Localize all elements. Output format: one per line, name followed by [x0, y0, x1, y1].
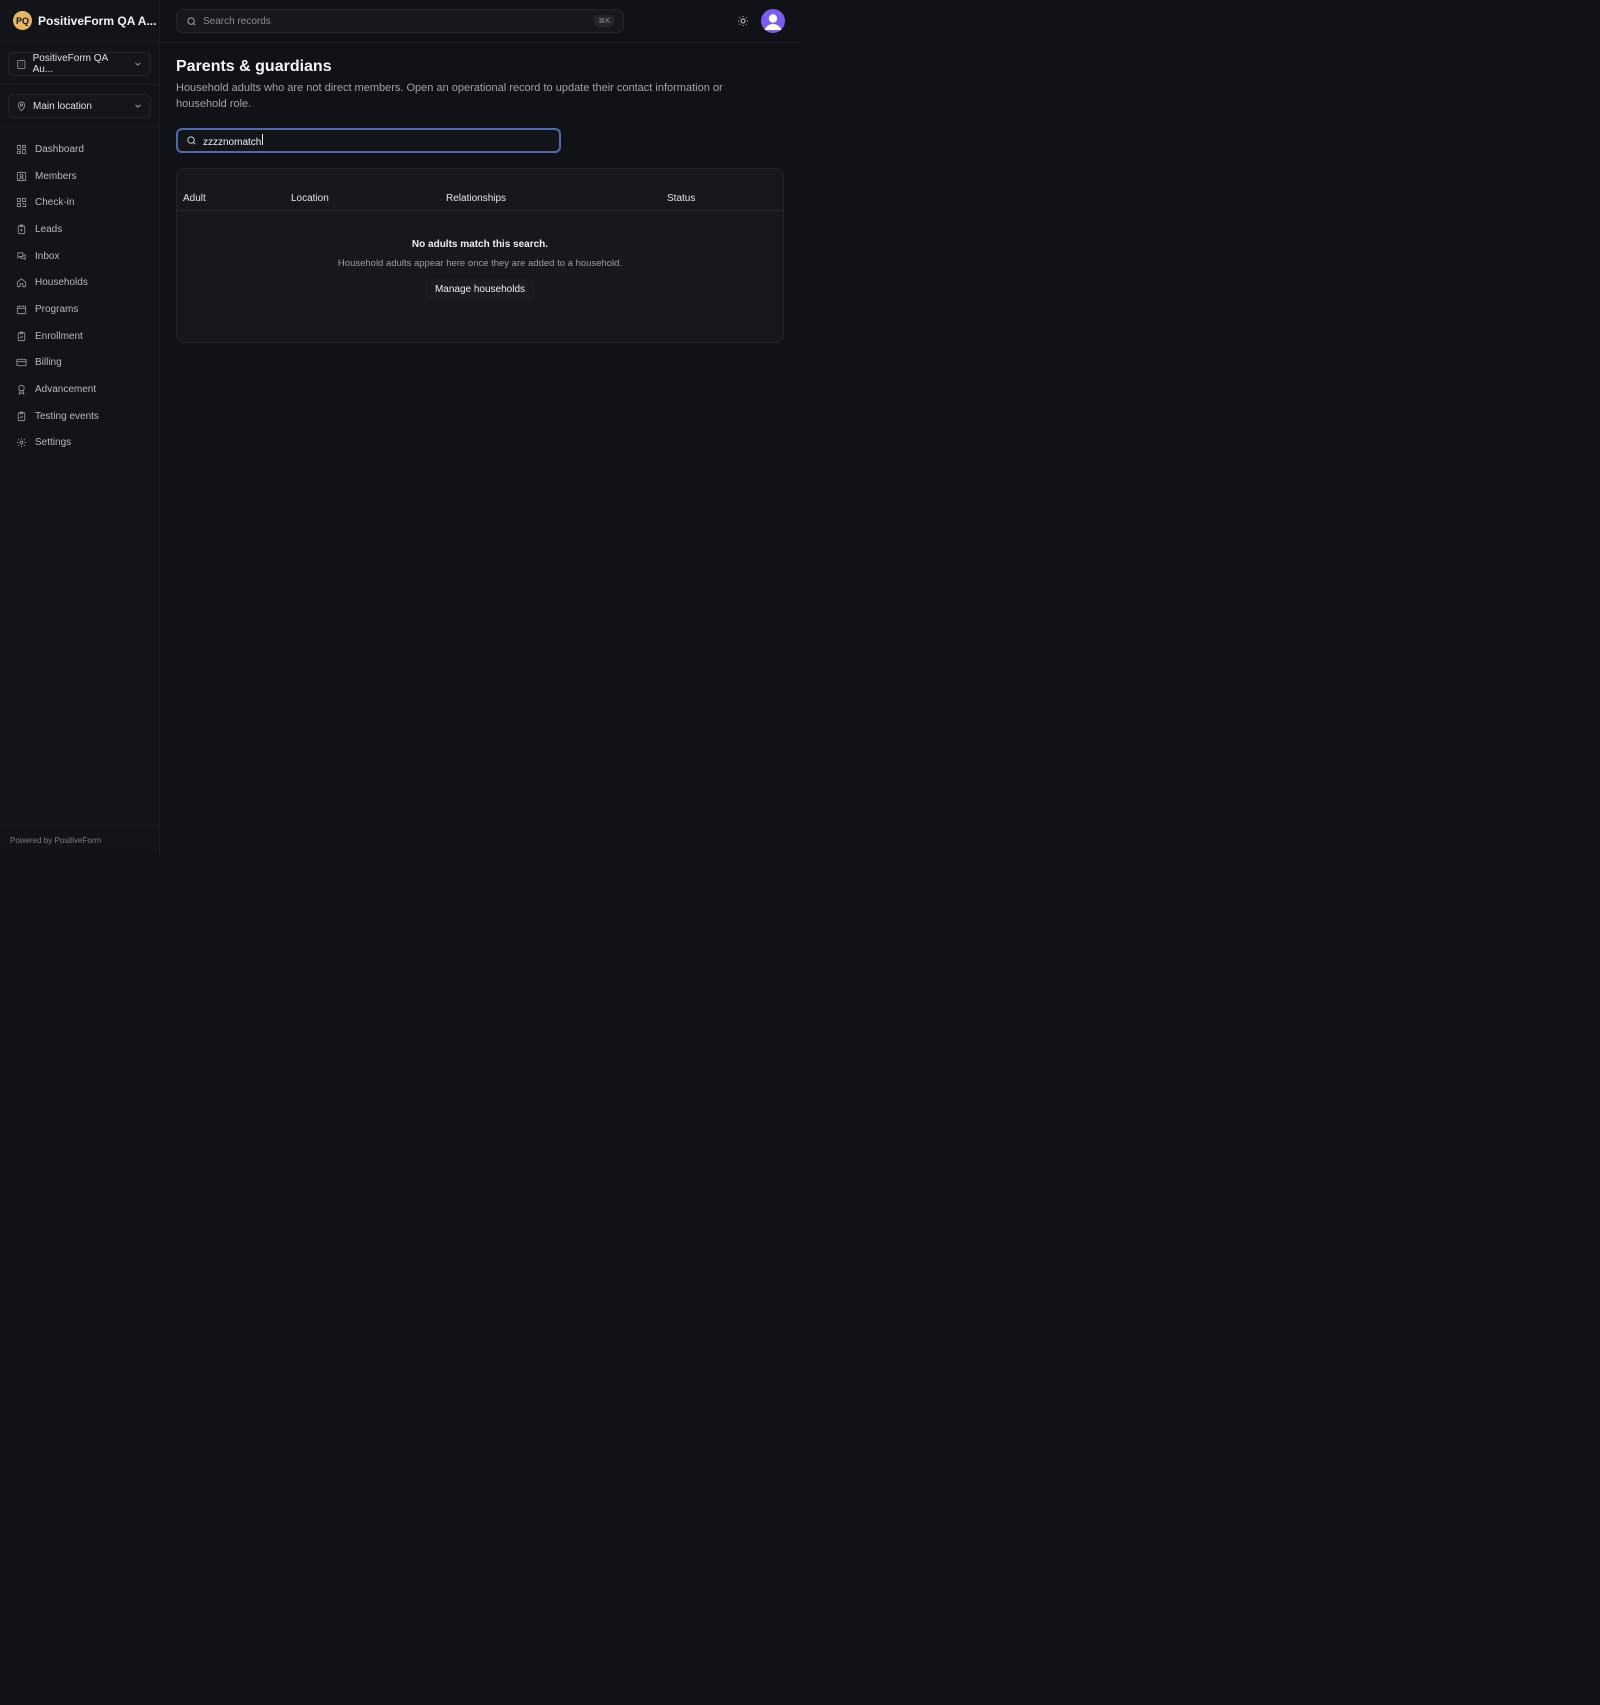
empty-state-subtitle: Household adults appear here once they a… — [337, 258, 623, 269]
organization-switcher[interactable]: PositiveForm QA Au... — [8, 52, 151, 76]
brand[interactable]: PQ PositiveForm QA A... — [0, 0, 159, 42]
topbar: Search records ⌘K — [160, 0, 801, 43]
award-icon — [18, 384, 25, 396]
sidebar-item-label: Enrollment — [35, 330, 83, 342]
sidebar-item-label: Members — [35, 170, 77, 182]
sidebar-item-label: Settings — [35, 437, 72, 449]
chevron-down-icon — [135, 104, 141, 108]
text-caret — [262, 133, 264, 145]
adults-table: Adult Location Relationships Status No a… — [176, 168, 784, 343]
sidebar-item-testing-events[interactable]: Testing events — [8, 403, 151, 430]
clipboard-check-icon — [17, 331, 26, 341]
sidebar-item-enrollment[interactable]: Enrollment — [8, 323, 151, 350]
map-pin-icon — [17, 101, 26, 111]
table-header: Adult Location Relationships Status — [177, 187, 783, 211]
inbox-icon — [17, 251, 26, 260]
location-switcher[interactable]: Main location — [8, 94, 151, 118]
sidebar-divider — [0, 126, 160, 127]
gear-icon — [16, 438, 27, 448]
chevron-down-icon — [135, 62, 141, 66]
adult-search-input[interactable]: zzzznomatch — [176, 128, 561, 153]
sidebar-item-label: Households — [35, 277, 88, 289]
sidebar-item-label: Testing events — [35, 410, 99, 422]
dashboard-icon — [16, 144, 27, 154]
brand-logo: PQ — [13, 11, 32, 30]
sidebar-item-label: Inbox — [35, 250, 60, 262]
empty-state: No adults match this search. Household a… — [177, 239, 783, 300]
sidebar-item-programs[interactable]: Programs — [8, 296, 151, 323]
page-title: Parents & guardians — [176, 58, 332, 75]
global-search-input[interactable]: Search records ⌘K — [176, 9, 624, 33]
sidebar-nav: Dashboard Members Check-in Leads Inbox H… — [8, 136, 151, 456]
sidebar-item-inbox[interactable]: Inbox — [8, 243, 151, 270]
page-description: Household adults who are not direct memb… — [176, 82, 723, 110]
members-icon — [16, 171, 27, 181]
sidebar-footer: Powered by PositiveForm — [0, 825, 160, 854]
sidebar-item-check-in[interactable]: Check-in — [8, 189, 151, 216]
clipboard-check-icon — [17, 411, 26, 421]
sidebar-item-settings[interactable]: Settings — [8, 430, 151, 457]
manage-households-button[interactable]: Manage households — [424, 279, 536, 300]
shortcut-badge: ⌘K — [594, 15, 614, 27]
avatar[interactable] — [761, 9, 785, 33]
location-name: Main location — [33, 100, 92, 112]
column-header-relationships[interactable]: Relationships — [446, 193, 506, 204]
sidebar-item-label: Advancement — [35, 384, 97, 396]
search-value: zzzznomatch — [203, 136, 262, 148]
search-icon — [187, 136, 196, 145]
brand-name: PositiveForm QA A... — [38, 13, 157, 28]
sidebar-item-label: Billing — [35, 357, 62, 369]
calendar-icon — [16, 305, 27, 315]
sidebar: PQ PositiveForm QA A... PositiveForm QA … — [0, 0, 160, 854]
sidebar-item-leads[interactable]: Leads — [8, 216, 151, 243]
building-icon — [17, 59, 26, 69]
sidebar-item-label: Dashboard — [35, 143, 84, 155]
credit-card-icon — [16, 359, 27, 367]
sidebar-item-label: Leads — [35, 223, 63, 235]
clipboard-icon — [17, 224, 26, 234]
sidebar-item-label: Programs — [35, 303, 79, 315]
user-avatar-icon — [764, 14, 782, 30]
home-icon — [16, 278, 27, 288]
column-header-status[interactable]: Status — [667, 193, 695, 204]
organization-name: PositiveForm QA Au... — [32, 53, 108, 75]
sidebar-item-households[interactable]: Households — [8, 269, 151, 296]
column-header-adult[interactable]: Adult — [183, 193, 206, 204]
sidebar-item-members[interactable]: Members — [8, 163, 151, 190]
sun-icon[interactable] — [737, 15, 749, 27]
search-placeholder: Search records — [203, 15, 271, 27]
check-in-icon — [16, 198, 27, 208]
empty-state-title: No adults match this search. — [411, 239, 549, 250]
column-header-location[interactable]: Location — [291, 193, 329, 204]
sidebar-item-billing[interactable]: Billing — [8, 350, 151, 377]
sidebar-item-label: Check-in — [35, 197, 75, 209]
sidebar-item-advancement[interactable]: Advancement — [8, 376, 151, 403]
search-icon — [187, 16, 196, 26]
sidebar-divider — [0, 84, 160, 85]
sidebar-item-dashboard[interactable]: Dashboard — [8, 136, 151, 163]
